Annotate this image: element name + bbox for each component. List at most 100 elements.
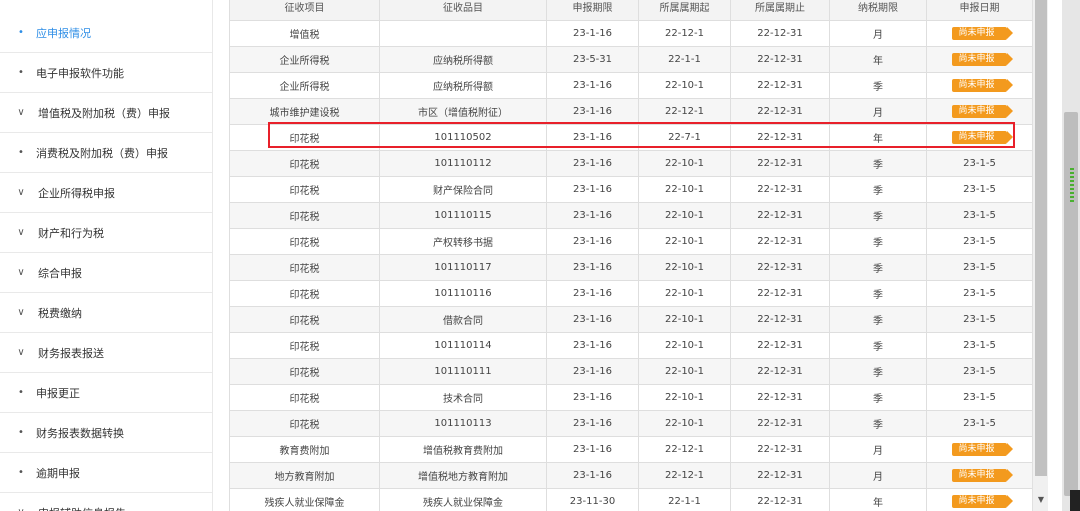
table-cell: 23-1-16: [546, 280, 639, 307]
table-cell: 季: [829, 280, 927, 307]
table-row[interactable]: 增值税 23-1-16 22-12-1 22-12-31 月 尚未申报: [229, 20, 1032, 47]
table-cell: 23-1-5: [926, 358, 1032, 385]
chevron-down-icon: ∨: [17, 187, 25, 198]
sidebar-item[interactable]: ∨ 企业所得税申报: [0, 173, 212, 213]
sidebar-item[interactable]: ∨ 增值税及附加税（费）申报: [0, 93, 212, 133]
table-scrollbar[interactable]: ▼: [1032, 0, 1048, 511]
sidebar-item[interactable]: • 电子申报软件功能: [0, 53, 212, 93]
table-row[interactable]: 印花税 借款合同 23-1-16 22-10-1 22-12-31 季 23-1-5: [229, 306, 1032, 333]
chevron-down-icon: ∨: [17, 107, 25, 118]
table-cell: 23-1-16: [546, 436, 639, 463]
sidebar-item-label: 税费缴纳: [38, 306, 82, 320]
sidebar-item-label: 增值税及附加税（费）申报: [38, 106, 170, 120]
sidebar-item[interactable]: ∨ 税费缴纳: [0, 293, 212, 333]
table-cell: 23-1-16: [546, 176, 639, 203]
table-row[interactable]: 企业所得税 应纳税所得额 23-1-16 22-10-1 22-12-31 季 尚未申报: [229, 72, 1032, 99]
table-cell: 22-12-31: [730, 98, 830, 125]
table-cell: 残疾人就业保障金: [229, 488, 380, 511]
column-header: 申报日期: [926, 0, 1032, 21]
pending-status-badge[interactable]: 尚未申报: [952, 495, 1013, 508]
table-row[interactable]: 残疾人就业保障金 残疾人就业保障金 23-11-30 22-1-1 22-12-31 年尚…: [229, 488, 1032, 511]
table-cell: 应纳税所得额: [379, 72, 547, 99]
chevron-down-icon: ∨: [17, 227, 25, 238]
table-cell: 23-1-5: [926, 306, 1032, 333]
table-cell: 22-10-1: [638, 306, 731, 333]
pending-status-badge[interactable]: 尚未申报: [952, 443, 1013, 456]
sidebar-item[interactable]: ∨ 财务报表报送: [0, 333, 212, 373]
table-row[interactable]: 企业所得税 应纳税所得额 23-5-31 22-1-1 22-12-31 年 尚未申报: [229, 46, 1032, 73]
table-cell: 22-10-1: [638, 358, 731, 385]
pending-status-badge[interactable]: 尚未申报: [952, 105, 1013, 118]
sidebar-item[interactable]: • 逾期申报: [0, 453, 212, 493]
scrollbar-thumb[interactable]: [1035, 0, 1047, 476]
table-row[interactable]: 印花税 财产保险合同 23-1-16 22-10-1 22-12-31 季 23-1-5: [229, 176, 1032, 203]
column-header: 征收项目: [229, 0, 380, 21]
table-row[interactable]: 印花税 101110115 23-1-16 22-10-1 22-12-31 季 23-1-…: [229, 202, 1032, 229]
table-cell: 季: [829, 254, 927, 281]
table-cell: 22-12-31: [730, 280, 830, 307]
sidebar-item[interactable]: • 申报更正: [0, 373, 212, 413]
table-cell: 23-1-16: [546, 72, 639, 99]
sidebar-item-label: 消费税及附加税（费）申报: [36, 146, 168, 160]
pending-status-badge[interactable]: 尚未申报: [952, 27, 1013, 40]
table-cell: 22-12-1: [638, 98, 731, 125]
table-cell: 23-1-16: [546, 124, 639, 151]
table-row[interactable]: 印花税 产权转移书据 23-1-16 22-10-1 22-12-31 季 23-1-5: [229, 228, 1032, 255]
table-cell: 技术合同: [379, 384, 547, 411]
table-cell: 23-1-5: [926, 202, 1032, 229]
table-row[interactable]: 印花税 101110502 23-1-16 22-7-1 22-12-31 年 尚未申报: [229, 124, 1032, 151]
table-cell: 22-12-31: [730, 384, 830, 411]
pending-status-badge[interactable]: 尚未申报: [952, 469, 1013, 482]
sidebar-item[interactable]: • 消费税及附加税（费）申报: [0, 133, 212, 173]
sidebar-item[interactable]: • 财务报表数据转换: [0, 413, 212, 453]
table-cell: 残疾人就业保障金: [379, 488, 547, 511]
table-row[interactable]: 印花税 101110112 23-1-16 22-10-1 22-12-31 季 23-1-…: [229, 150, 1032, 177]
table-cell: 22-1-1: [638, 488, 731, 511]
sidebar-item[interactable]: ∨ 财产和行为税: [0, 213, 212, 253]
table-cell: 22-10-1: [638, 202, 731, 229]
table-cell: 23-1-16: [546, 150, 639, 177]
pending-status-badge[interactable]: 尚未申报: [952, 79, 1013, 92]
table-cell: 22-10-1: [638, 254, 731, 281]
table-cell: 22-12-31: [730, 176, 830, 203]
table-row[interactable]: 印花税 技术合同 23-1-16 22-10-1 22-12-31 季 23-1-5: [229, 384, 1032, 411]
sidebar-item-label: 电子申报软件功能: [36, 66, 124, 80]
sidebar-item-label: 企业所得税申报: [38, 186, 115, 200]
table-cell: 22-12-1: [638, 436, 731, 463]
sidebar-item[interactable]: • 应申报情况: [0, 13, 212, 53]
sidebar-item[interactable]: ∨ 综合申报: [0, 253, 212, 293]
table-cell: 23-1-5: [926, 254, 1032, 281]
table-row[interactable]: 地方教育附加 增值税地方教育附加 23-1-16 22-12-1 22-12-31 月 尚未…: [229, 462, 1032, 489]
scroll-down-arrow-icon[interactable]: ▼: [1033, 492, 1049, 508]
table-row[interactable]: 印花税 101110111 23-1-16 22-10-1 22-12-31 季 23-1-…: [229, 358, 1032, 385]
table-row[interactable]: 印花税 101110116 23-1-16 22-10-1 22-12-31 季 23-1-…: [229, 280, 1032, 307]
table-cell: 22-12-31: [730, 488, 830, 511]
table-cell: 22-12-31: [730, 72, 830, 99]
bullet-icon: •: [18, 427, 24, 438]
table-row[interactable]: 印花税 101110114 23-1-16 22-10-1 22-12-31 季 23-1-…: [229, 332, 1032, 359]
bullet-icon: •: [18, 147, 24, 158]
table-cell: 印花税: [229, 228, 380, 255]
table-cell: 23-1-5: [926, 332, 1032, 359]
table-row[interactable]: 印花税 101110113 23-1-16 22-10-1 22-12-31 季 23-1-…: [229, 410, 1032, 437]
table-cell: 年: [829, 488, 927, 511]
pending-status-badge[interactable]: 尚未申报: [952, 53, 1013, 66]
table-row[interactable]: 教育费附加 增值税教育费附加 23-1-16 22-12-1 22-12-31 月 尚未申报: [229, 436, 1032, 463]
table-cell: 23-11-30: [546, 488, 639, 511]
table-cell: 23-1-5: [926, 280, 1032, 307]
table-cell: 23-1-5: [926, 176, 1032, 203]
table-cell: 22-12-31: [730, 202, 830, 229]
table-row[interactable]: 城市维护建设税 市区（增值税附征） 23-1-16 22-12-1 22-12-31 月 尚…: [229, 98, 1032, 125]
table-cell: 22-12-31: [730, 332, 830, 359]
table-cell: 101110111: [379, 358, 547, 385]
table-cell: 22-10-1: [638, 410, 731, 437]
table-cell: 22-12-31: [730, 20, 830, 47]
table-cell: 借款合同: [379, 306, 547, 333]
table-cell: 印花税: [229, 384, 380, 411]
table-cell: 印花税: [229, 202, 380, 229]
pending-status-badge[interactable]: 尚未申报: [952, 131, 1013, 144]
table-row[interactable]: 印花税 101110117 23-1-16 22-10-1 22-12-31 季 23-1-…: [229, 254, 1032, 281]
table-cell: 应纳税所得额: [379, 46, 547, 73]
table-cell: 22-12-31: [730, 358, 830, 385]
sidebar-item[interactable]: ∨ 申报辅助信息报告: [0, 493, 212, 511]
